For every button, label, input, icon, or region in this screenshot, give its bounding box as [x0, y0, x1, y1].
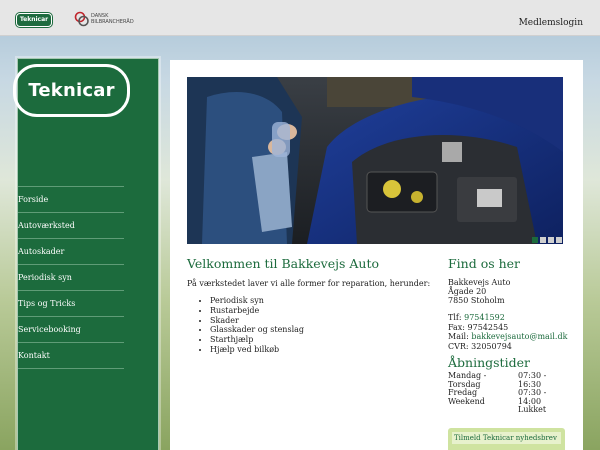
phone-line: Tlf: 97541592 — [448, 313, 505, 322]
city: 7850 Stoholm — [448, 296, 505, 306]
cvr-line: CVR: 32050794 — [448, 341, 512, 351]
service-item: Skader — [210, 316, 304, 326]
mail-link[interactable]: bakkevejsauto@mail.dk — [471, 332, 567, 341]
service-item: Periodisk syn — [210, 296, 304, 306]
slider-dot[interactable] — [548, 237, 554, 243]
street: Ågade 20 — [448, 287, 487, 297]
service-item: Starthjælp — [210, 335, 304, 345]
slider-dot[interactable] — [540, 237, 546, 243]
slider-dots — [532, 237, 562, 243]
teknicar-main-logo[interactable]: Teknicar — [13, 64, 130, 117]
dbr-logo-icon — [74, 11, 89, 27]
service-item: Rustarbejde — [210, 306, 304, 316]
service-item: Hjælp ved bilkøb — [210, 345, 304, 355]
newsletter-label[interactable]: Tilmeld Teknicar nyhedsbrev — [452, 432, 561, 444]
fax-line: Fax: 97542545 — [448, 322, 509, 332]
opening-hours-title: Åbningstider — [448, 355, 530, 370]
nav-item-forside[interactable]: Forside — [18, 187, 124, 213]
top-bar: Teknicar DANSK BILBRANCHERÅD Medlemslogi… — [0, 0, 600, 36]
opening-hours-table: Mandag -07:30 - Torsdag 16:30 Fredag 07:30… — [448, 371, 547, 415]
nav-item-tips-og-tricks[interactable]: Tips og Tricks — [18, 291, 124, 317]
nav-item-autovaerksted[interactable]: Autoværksted — [18, 213, 124, 239]
content-panel: Velkommen til Bakkevejs Auto På værksted… — [170, 60, 583, 450]
address-block: Bakkevejs Auto Ågade 20 7850 Stoholm — [448, 278, 510, 306]
slider-dot[interactable] — [556, 237, 562, 243]
company-name: Bakkevejs Auto — [448, 278, 511, 287]
member-login-link[interactable]: Medlemslogin — [519, 18, 583, 28]
nav-item-kontakt[interactable]: Kontakt — [18, 343, 124, 369]
services-list: Periodisk syn Rustarbejde Skader Glasska… — [210, 296, 304, 355]
dbr-logo-text: DANSK BILBRANCHERÅD — [91, 13, 134, 25]
slider-dot[interactable] — [532, 237, 538, 243]
contact-block: Tlf: 97541592 Fax: 97542545 Mail: bakkev… — [448, 313, 567, 351]
hero-illustration — [187, 77, 563, 244]
teknicar-small-logo[interactable]: Teknicar — [16, 13, 52, 27]
intro-text: På værkstedet laver vi alle former for r… — [187, 279, 431, 288]
find-us-title: Find os her — [448, 256, 521, 271]
service-item: Glasskader og stenslag — [210, 325, 304, 335]
nav-item-servicebooking[interactable]: Servicebooking — [18, 317, 124, 343]
nav-item-periodisk-syn[interactable]: Periodisk syn — [18, 265, 124, 291]
hero-image-engine-bay — [187, 77, 563, 244]
newsletter-box[interactable]: Tilmeld Teknicar nyhedsbrev — [448, 428, 565, 450]
phone-link[interactable]: 97541592 — [464, 313, 505, 322]
hours-row: Lukket — [518, 405, 547, 415]
welcome-title: Velkommen til Bakkevejs Auto — [187, 256, 380, 271]
main-nav: Forside Autoværksted Autoskader Periodis… — [18, 186, 124, 369]
nav-item-autoskader[interactable]: Autoskader — [18, 239, 124, 265]
mail-line: Mail: bakkevejsauto@mail.dk — [448, 332, 568, 342]
